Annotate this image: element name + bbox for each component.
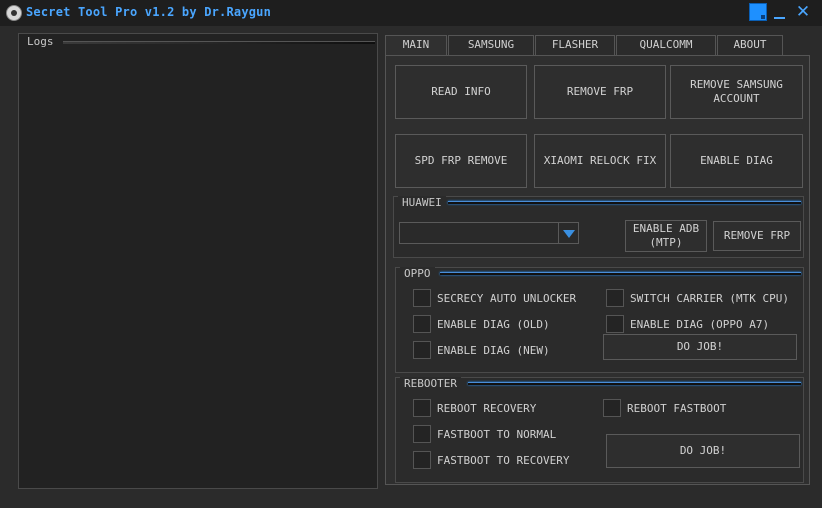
spd-frp-remove-button[interactable]: SPD FRP REMOVE xyxy=(395,134,527,188)
enable-diag-old-option[interactable]: ENABLE DIAG (OLD) xyxy=(413,314,550,334)
switch-carrier-label: SWITCH CARRIER (MTK CPU) xyxy=(630,291,789,305)
rebooter-group: REBOOTER REBOOT RECOVERY REBOOT FASTBOOT… xyxy=(395,377,804,483)
reboot-fastboot-option[interactable]: REBOOT FASTBOOT xyxy=(603,398,726,418)
enable-diag-old-label: ENABLE DIAG (OLD) xyxy=(437,317,550,331)
remove-frp-button[interactable]: REMOVE FRP xyxy=(534,65,666,119)
rebooter-do-job-button[interactable]: DO JOB! xyxy=(606,434,800,468)
fastboot-to-normal-checkbox[interactable] xyxy=(413,425,431,443)
enable-diag-new-option[interactable]: ENABLE DIAG (NEW) xyxy=(413,340,550,360)
rebooter-divider xyxy=(468,382,801,385)
secrecy-auto-unlocker-label: SECRECY AUTO UNLOCKER xyxy=(437,291,577,305)
minimize-icon[interactable] xyxy=(771,3,789,21)
fastboot-to-recovery-checkbox[interactable] xyxy=(413,451,431,469)
enable-diag-oppo-a7-checkbox[interactable] xyxy=(606,315,624,333)
huawei-device-select[interactable] xyxy=(399,222,579,244)
enable-diag-oppo-a7-option[interactable]: ENABLE DIAG (OPPO A7) xyxy=(606,314,769,334)
tab-main[interactable]: MAIN xyxy=(385,35,447,55)
enable-diag-button[interactable]: ENABLE DIAG xyxy=(670,134,803,188)
oppo-group: OPPO SECRECY AUTO UNLOCKER SWITCH CARRIE… xyxy=(395,267,804,373)
xiaomi-relock-fix-button[interactable]: XIAOMI RELOCK FIX xyxy=(534,134,666,188)
read-info-button[interactable]: READ INFO xyxy=(395,65,527,119)
app-icon xyxy=(6,5,22,21)
reboot-recovery-checkbox[interactable] xyxy=(413,399,431,417)
logs-label: Logs xyxy=(27,35,54,48)
secrecy-auto-unlocker-checkbox[interactable] xyxy=(413,289,431,307)
fastboot-to-normal-option[interactable]: FASTBOOT TO NORMAL xyxy=(413,424,556,444)
enable-diag-oppo-a7-label: ENABLE DIAG (OPPO A7) xyxy=(630,317,770,331)
huawei-group: HUAWEI ENABLE ADB (MTP) REMOVE FRP xyxy=(393,196,804,258)
reboot-recovery-option[interactable]: REBOOT RECOVERY xyxy=(413,398,536,418)
huawei-remove-frp-button[interactable]: REMOVE FRP xyxy=(713,221,801,251)
tab-qualcomm[interactable]: QUALCOMM xyxy=(616,35,716,55)
enable-adb-button[interactable]: ENABLE ADB (MTP) xyxy=(625,220,707,252)
switch-carrier-option[interactable]: SWITCH CARRIER (MTK CPU) xyxy=(606,288,789,308)
settings-square-icon[interactable] xyxy=(749,3,767,21)
remove-samsung-account-button[interactable]: REMOVE SAMSUNG ACCOUNT xyxy=(670,65,803,119)
oppo-divider xyxy=(440,272,801,275)
title-bar: Secret Tool Pro v1.2 by Dr.Raygun ✕ xyxy=(0,0,822,26)
fastboot-to-recovery-label: FASTBOOT TO RECOVERY xyxy=(437,453,570,467)
enable-diag-new-checkbox[interactable] xyxy=(413,341,431,359)
chevron-down-icon[interactable] xyxy=(558,223,578,243)
huawei-divider xyxy=(448,201,801,204)
window-title: Secret Tool Pro v1.2 by Dr.Raygun xyxy=(26,5,272,19)
reboot-fastboot-label: REBOOT FASTBOOT xyxy=(627,401,727,415)
main-tab-content: READ INFO REMOVE FRP REMOVE SAMSUNG ACCO… xyxy=(385,55,810,485)
logs-divider xyxy=(63,41,375,44)
fastboot-to-normal-label: FASTBOOT TO NORMAL xyxy=(437,427,557,441)
fastboot-to-recovery-option[interactable]: FASTBOOT TO RECOVERY xyxy=(413,450,569,470)
reboot-fastboot-checkbox[interactable] xyxy=(603,399,621,417)
enable-diag-old-checkbox[interactable] xyxy=(413,315,431,333)
oppo-label: OPPO xyxy=(400,267,435,280)
logs-panel[interactable]: Logs xyxy=(18,33,378,489)
huawei-label: HUAWEI xyxy=(398,196,446,209)
reboot-recovery-label: REBOOT RECOVERY xyxy=(437,401,537,415)
rebooter-label: REBOOTER xyxy=(400,377,461,390)
oppo-do-job-button[interactable]: DO JOB! xyxy=(603,334,797,360)
secrecy-auto-unlocker-option[interactable]: SECRECY AUTO UNLOCKER xyxy=(413,288,576,308)
tab-flasher[interactable]: FLASHER xyxy=(535,35,615,55)
tab-about[interactable]: ABOUT xyxy=(717,35,783,55)
tab-samsung[interactable]: SAMSUNG xyxy=(448,35,534,55)
switch-carrier-checkbox[interactable] xyxy=(606,289,624,307)
enable-diag-new-label: ENABLE DIAG (NEW) xyxy=(437,343,550,357)
close-icon[interactable]: ✕ xyxy=(794,3,812,21)
